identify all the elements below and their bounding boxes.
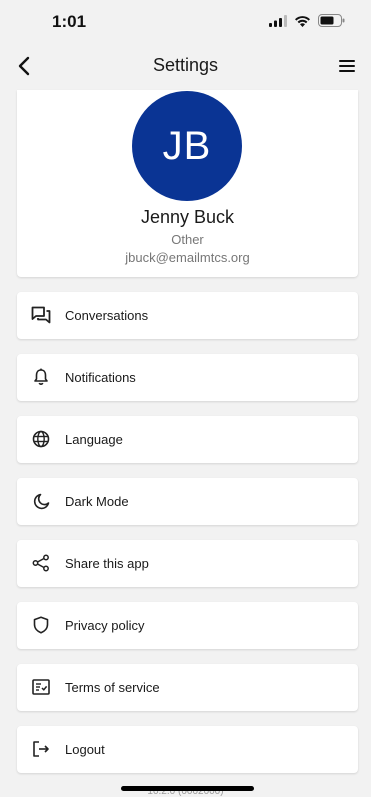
wifi-icon <box>295 15 310 27</box>
signal-icon <box>269 14 287 27</box>
menu-item-language[interactable]: Language <box>17 416 358 463</box>
hamburger-menu-button[interactable] <box>333 52 361 80</box>
profile-email: jbuck@emailmtcs.org <box>125 250 250 265</box>
menu-item-privacy-policy[interactable]: Privacy policy <box>17 602 358 649</box>
terms-icon <box>31 677 51 697</box>
menu-item-notifications[interactable]: Notifications <box>17 354 358 401</box>
bell-icon <box>31 367 51 387</box>
menu-item-terms-of-service[interactable]: Terms of service <box>17 664 358 711</box>
profile-card: JB Jenny Buck Other jbuck@emailmtcs.org <box>17 90 358 277</box>
globe-icon <box>31 429 51 449</box>
nav-bar: Settings <box>0 46 371 86</box>
status-bar: 1:01 <box>0 0 371 46</box>
profile-role: Other <box>171 232 204 247</box>
page-title: Settings <box>152 55 219 75</box>
battery-icon <box>318 14 345 27</box>
menu-item-label: Terms of service <box>65 680 160 695</box>
status-icons <box>269 14 345 27</box>
menu-item-conversations[interactable]: Conversations <box>17 292 358 339</box>
menu-item-label: Logout <box>65 742 105 757</box>
menu-item-logout[interactable]: Logout <box>17 726 358 773</box>
share-icon <box>31 553 51 573</box>
avatar[interactable]: JB <box>132 91 242 201</box>
status-time: 1:01 <box>52 12 87 31</box>
shield-icon <box>31 615 51 635</box>
moon-icon <box>31 491 51 511</box>
conversations-icon <box>31 305 51 325</box>
menu-item-dark-mode[interactable]: Dark Mode <box>17 478 358 525</box>
menu-item-label: Privacy policy <box>65 618 145 633</box>
profile-name: Jenny Buck <box>140 207 235 227</box>
menu-item-label: Conversations <box>65 308 149 323</box>
menu-item-label: Language <box>65 432 123 447</box>
hamburger-icon <box>339 60 355 72</box>
menu-item-label: Dark Mode <box>65 494 129 509</box>
menu-item-label: Notifications <box>65 370 136 385</box>
menu-item-label: Share this app <box>65 556 149 571</box>
logout-icon <box>31 739 51 759</box>
menu-item-share[interactable]: Share this app <box>17 540 358 587</box>
home-indicator[interactable] <box>121 786 254 791</box>
